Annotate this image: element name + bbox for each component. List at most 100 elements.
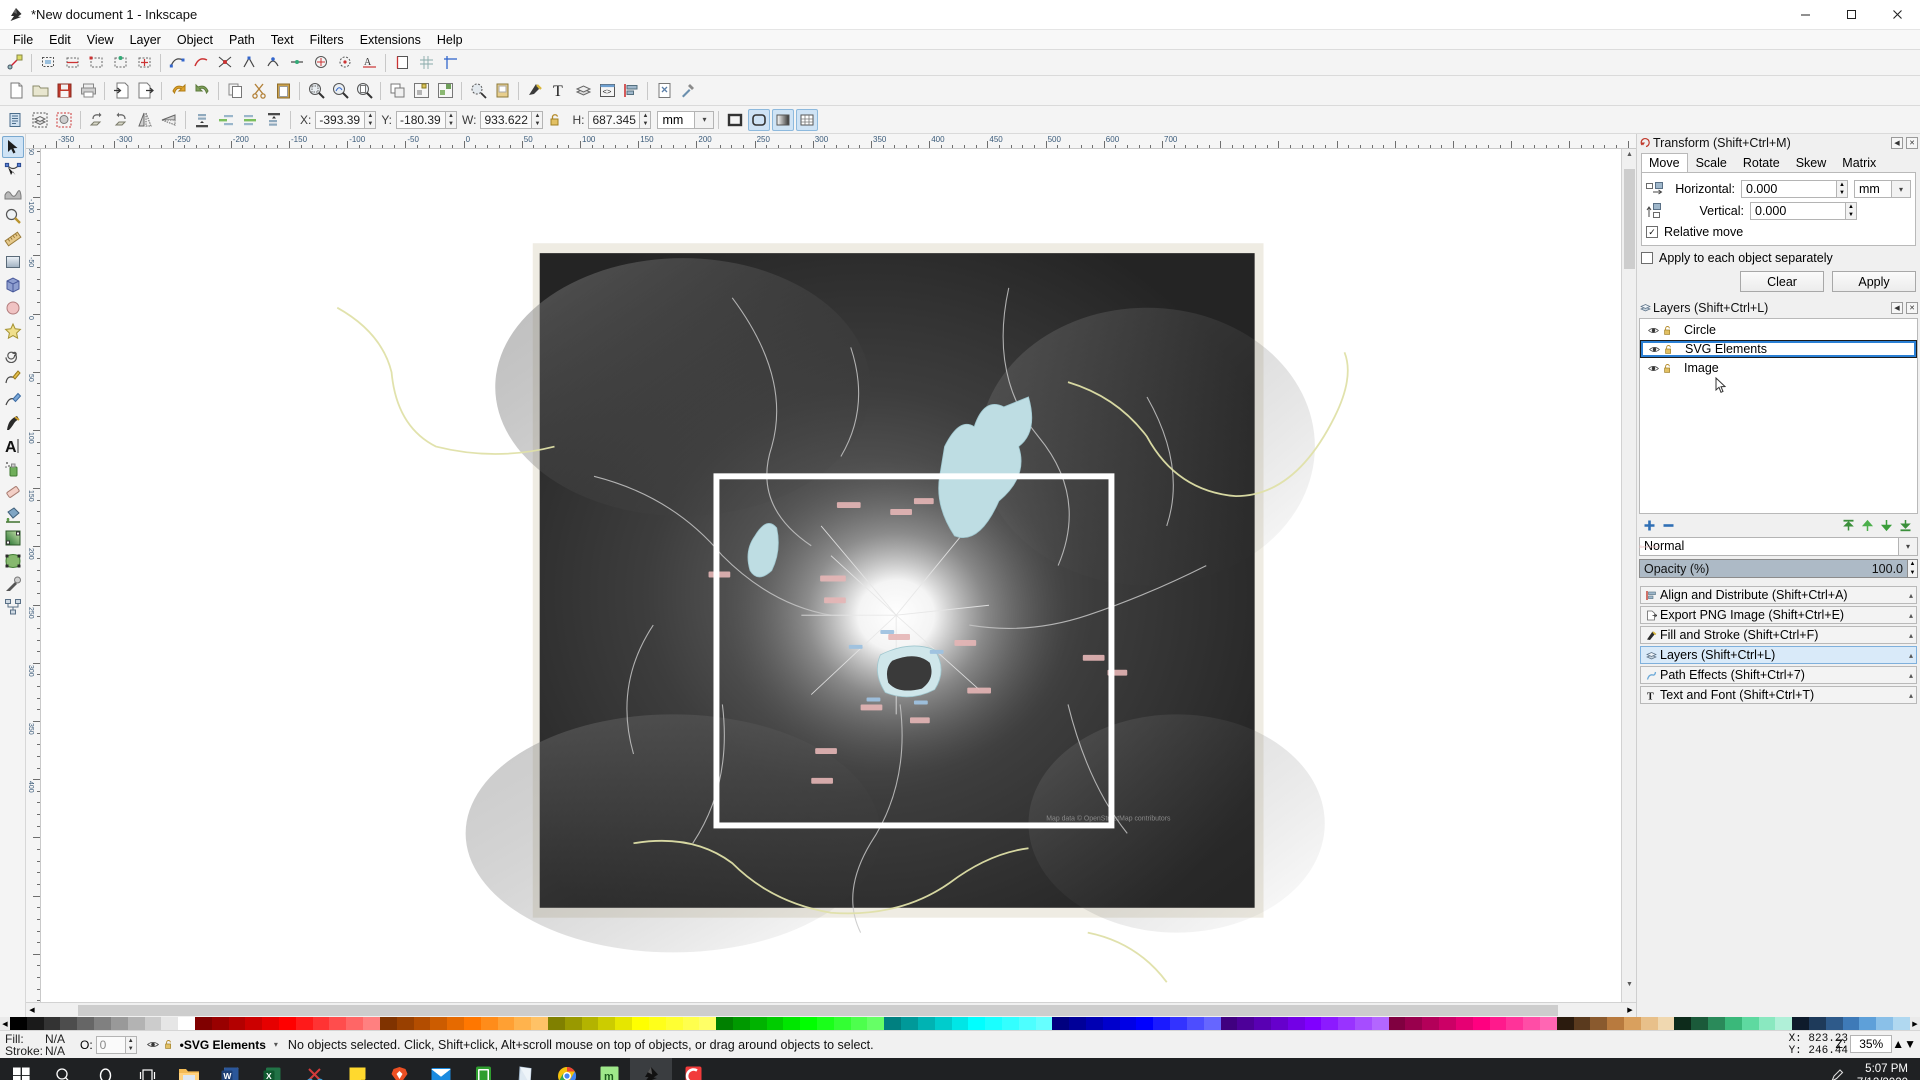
unlock-icon[interactable] [1660,325,1674,336]
palette-swatch[interactable] [1876,1017,1893,1030]
raise-to-top-icon[interactable] [263,109,285,131]
x-field[interactable]: ▲▼ [315,111,376,129]
palette-swatch[interactable] [380,1017,397,1030]
scroll-up-icon[interactable]: ▲ [1626,151,1633,158]
current-layer-indicator[interactable]: • SVG Elements ▾ [147,1038,278,1052]
save-document-icon[interactable] [53,80,75,102]
maximize-button[interactable] [1828,0,1874,30]
fill-stroke-indicator[interactable]: Fill:N/A Stroke:N/A [0,1033,74,1057]
apply-each-row[interactable]: Apply to each object separately [1641,251,1916,265]
zoom-tool[interactable] [2,205,24,227]
minimize-button[interactable] [1782,0,1828,30]
group-icon[interactable] [410,80,432,102]
affect-rounded-corners-icon[interactable] [748,109,770,131]
h-input[interactable] [588,111,640,129]
dialog-align-distribute[interactable]: Align and Distribute (Shift+Ctrl+A) ▴ [1640,586,1917,604]
palette-swatch[interactable] [1338,1017,1355,1030]
horizontal-scroll-thumb[interactable] [78,1005,1558,1016]
menu-edit[interactable]: Edit [41,31,79,49]
palette-swatch[interactable] [161,1017,178,1030]
zoom-stepper[interactable]: ▲▼ [1892,1037,1916,1051]
cut-icon[interactable] [248,80,270,102]
sticky-notes[interactable] [336,1058,378,1080]
y-stepper[interactable]: ▲▼ [446,111,457,129]
palette-swatch[interactable] [783,1017,800,1030]
rotate-90-ccw-icon[interactable] [86,109,108,131]
palette-swatch[interactable] [94,1017,111,1030]
palette-swatch[interactable] [1187,1017,1204,1030]
rotate-90-cw-icon[interactable] [110,109,132,131]
affect-gradients-icon[interactable] [772,109,794,131]
palette-swatch[interactable] [1859,1017,1876,1030]
vertical-scroll-thumb[interactable] [1624,169,1635,269]
palette-swatch[interactable] [1321,1017,1338,1030]
menu-layer[interactable]: Layer [122,31,169,49]
palette-swatch[interactable] [1086,1017,1103,1030]
chevron-up-icon[interactable]: ▴ [1909,671,1913,680]
palette-swatch[interactable] [10,1017,27,1030]
x-input[interactable] [315,111,365,129]
print-icon[interactable] [77,80,99,102]
palette-swatch[interactable] [329,1017,346,1030]
paste-icon[interactable] [272,80,294,102]
palette-swatch[interactable] [985,1017,1002,1030]
bezier-tool[interactable] [2,389,24,411]
zoom-input[interactable] [1850,1035,1892,1053]
xml-editor-icon[interactable]: <> [596,80,618,102]
snap-bbox-edge-icon[interactable] [61,52,83,74]
palette-swatch[interactable] [1893,1017,1910,1030]
scroll-right-icon[interactable]: ▶ [1624,1003,1636,1017]
palette-swatch[interactable] [1674,1017,1691,1030]
palette-swatch[interactable] [27,1017,44,1030]
tab-skew[interactable]: Skew [1788,153,1835,172]
select-all-layers-icon[interactable] [29,109,51,131]
h-field[interactable]: ▲▼ [588,111,651,129]
palette-swatch[interactable] [279,1017,296,1030]
palette-swatch[interactable] [1002,1017,1019,1030]
add-layer-icon[interactable] [1641,517,1658,533]
deselect-icon[interactable] [53,109,75,131]
palette-swatch[interactable] [884,1017,901,1030]
zoom-page-icon[interactable] [353,80,375,102]
select-all-icon[interactable] [5,109,27,131]
document-properties-icon[interactable] [653,80,675,102]
fill-stroke-dialog-icon[interactable] [467,80,489,102]
layer-row-image[interactable]: Image [1640,360,1917,376]
excel[interactable]: X [252,1058,294,1080]
palette-swatch[interactable] [935,1017,952,1030]
word[interactable]: W [210,1058,252,1080]
palette-swatch[interactable] [1170,1017,1187,1030]
palette-swatch[interactable] [1305,1017,1322,1030]
palette-swatch[interactable] [1658,1017,1675,1030]
palette-swatch[interactable] [245,1017,262,1030]
export-icon[interactable] [134,80,156,102]
palette-scroll-left[interactable]: ◀ [0,1017,10,1030]
snap-path-intersection-icon[interactable] [214,52,236,74]
mesh-gradient-tool[interactable] [2,550,24,572]
eye-icon[interactable] [1646,326,1660,335]
transform-units-select[interactable]: mm ▾ [1854,180,1911,198]
palette-swatch[interactable] [800,1017,817,1030]
palette-swatch[interactable] [1355,1017,1372,1030]
palette-swatch[interactable] [1153,1017,1170,1030]
menu-extensions[interactable]: Extensions [352,31,429,49]
mail[interactable] [420,1058,462,1080]
undo-icon[interactable] [167,80,189,102]
gradient-tool[interactable] [2,527,24,549]
vertical-stepper[interactable]: ▲▼ [1846,202,1857,220]
x-stepper[interactable]: ▲▼ [365,111,376,129]
palette-swatch[interactable] [397,1017,414,1030]
tab-move[interactable]: Move [1641,153,1688,172]
snap-object-center-icon[interactable] [310,52,332,74]
palette-swatch[interactable] [632,1017,649,1030]
palette-swatch[interactable] [481,1017,498,1030]
layer-row-circle[interactable]: Circle [1640,322,1917,338]
scroll-left-icon[interactable]: ◀ [26,1003,38,1017]
w-input[interactable] [480,111,532,129]
snap-bbox-edge-midpoint-icon[interactable] [109,52,131,74]
palette-swatch[interactable] [1389,1017,1406,1030]
file-explorer[interactable] [168,1058,210,1080]
align-distribute-icon[interactable] [620,80,642,102]
color-palette[interactable] [10,1017,1910,1030]
chevron-up-icon[interactable]: ▴ [1909,631,1913,640]
